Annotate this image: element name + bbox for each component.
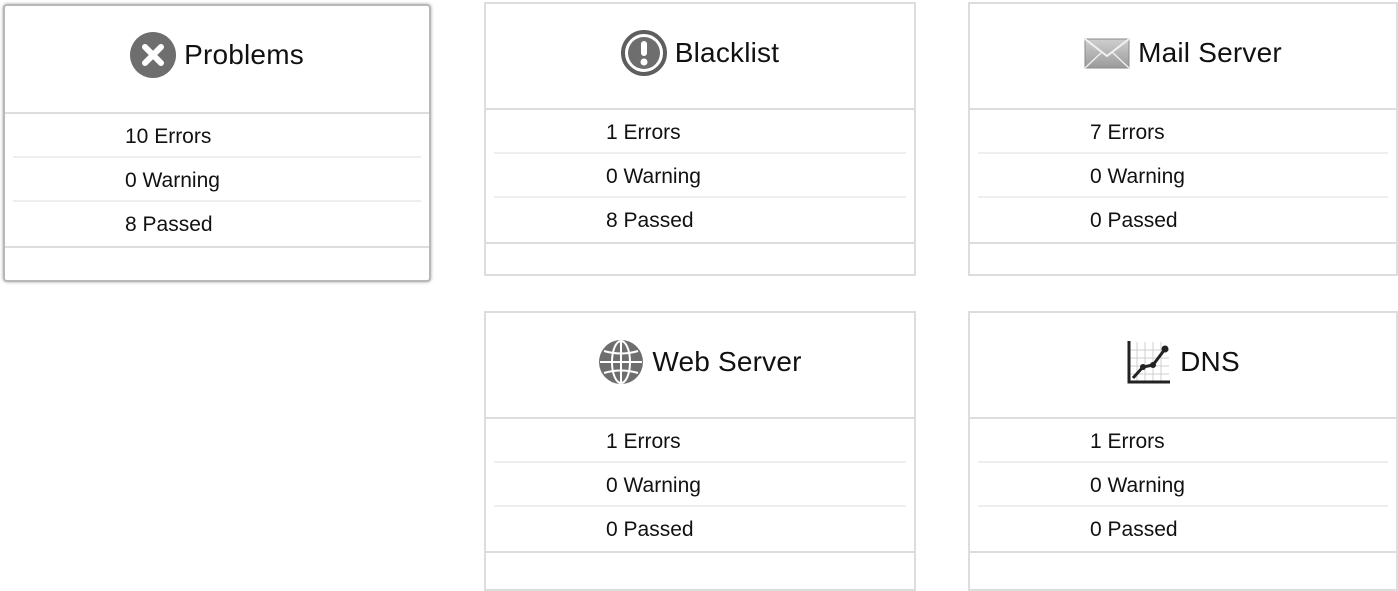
web-server-card-header[interactable]: Web Server xyxy=(486,313,914,419)
card-title: Web Server xyxy=(652,346,802,377)
blacklist-card[interactable]: Blacklist 1 Errors 0 Warning 8 Passed xyxy=(484,2,916,276)
problems-card-header[interactable]: Problems xyxy=(5,6,429,114)
card-title: Problems xyxy=(184,39,304,70)
error-x-circle-icon xyxy=(130,32,177,78)
stats-list: 7 Errors 0 Warning 0 Passed xyxy=(978,110,1388,242)
card-title: Mail Server xyxy=(1138,37,1282,68)
stats-list: 10 Errors 0 Warning 8 Passed xyxy=(13,114,421,246)
warning-count: 0 Warning xyxy=(978,463,1388,507)
problems-card[interactable]: Problems 10 Errors 0 Warning 8 Passed xyxy=(3,4,431,282)
card-footer xyxy=(970,551,1396,569)
card-footer xyxy=(486,242,914,260)
errors-count: 1 Errors xyxy=(978,419,1388,463)
passed-count: 8 Passed xyxy=(125,213,213,236)
passed-count: 0 Passed xyxy=(606,518,694,541)
card-footer xyxy=(970,242,1396,260)
card-footer xyxy=(486,551,914,569)
passed-count: 0 Passed xyxy=(1090,209,1178,232)
stats-list: 1 Errors 0 Warning 0 Passed xyxy=(978,419,1388,551)
errors-count: 10 Errors xyxy=(13,114,421,158)
mail-server-card[interactable]: Mail Server 7 Errors 0 Warning 0 Passed xyxy=(968,2,1398,276)
mail-server-card-header[interactable]: Mail Server xyxy=(970,4,1396,110)
card-title: DNS xyxy=(1180,346,1240,377)
line-chart-icon xyxy=(1126,339,1172,385)
stats-list: 1 Errors 0 Warning 8 Passed xyxy=(494,110,906,242)
stats-list: 1 Errors 0 Warning 0 Passed xyxy=(494,419,906,551)
warning-count: 0 Warning xyxy=(494,463,906,507)
warning-count: 0 Warning xyxy=(494,154,906,198)
card-footer xyxy=(5,246,429,264)
errors-count: 1 Errors xyxy=(494,110,906,154)
errors-count: 1 Errors xyxy=(494,419,906,463)
warning-count: 0 Warning xyxy=(978,154,1388,198)
envelope-icon xyxy=(1084,36,1130,70)
globe-icon xyxy=(598,339,644,385)
dns-card[interactable]: DNS 1 Errors 0 Warning 0 Passed xyxy=(968,311,1398,591)
passed-count: 0 Passed xyxy=(1090,518,1178,541)
passed-count: 8 Passed xyxy=(606,209,694,232)
blacklist-card-header[interactable]: Blacklist xyxy=(486,4,914,110)
warning-count: 0 Warning xyxy=(13,158,421,202)
card-title: Blacklist xyxy=(674,37,780,68)
web-server-card[interactable]: Web Server 1 Errors 0 Warning 0 Passed xyxy=(484,311,916,591)
dns-card-header[interactable]: DNS xyxy=(970,313,1396,419)
exclamation-circle-icon xyxy=(620,30,667,76)
errors-count: 7 Errors xyxy=(978,110,1388,154)
